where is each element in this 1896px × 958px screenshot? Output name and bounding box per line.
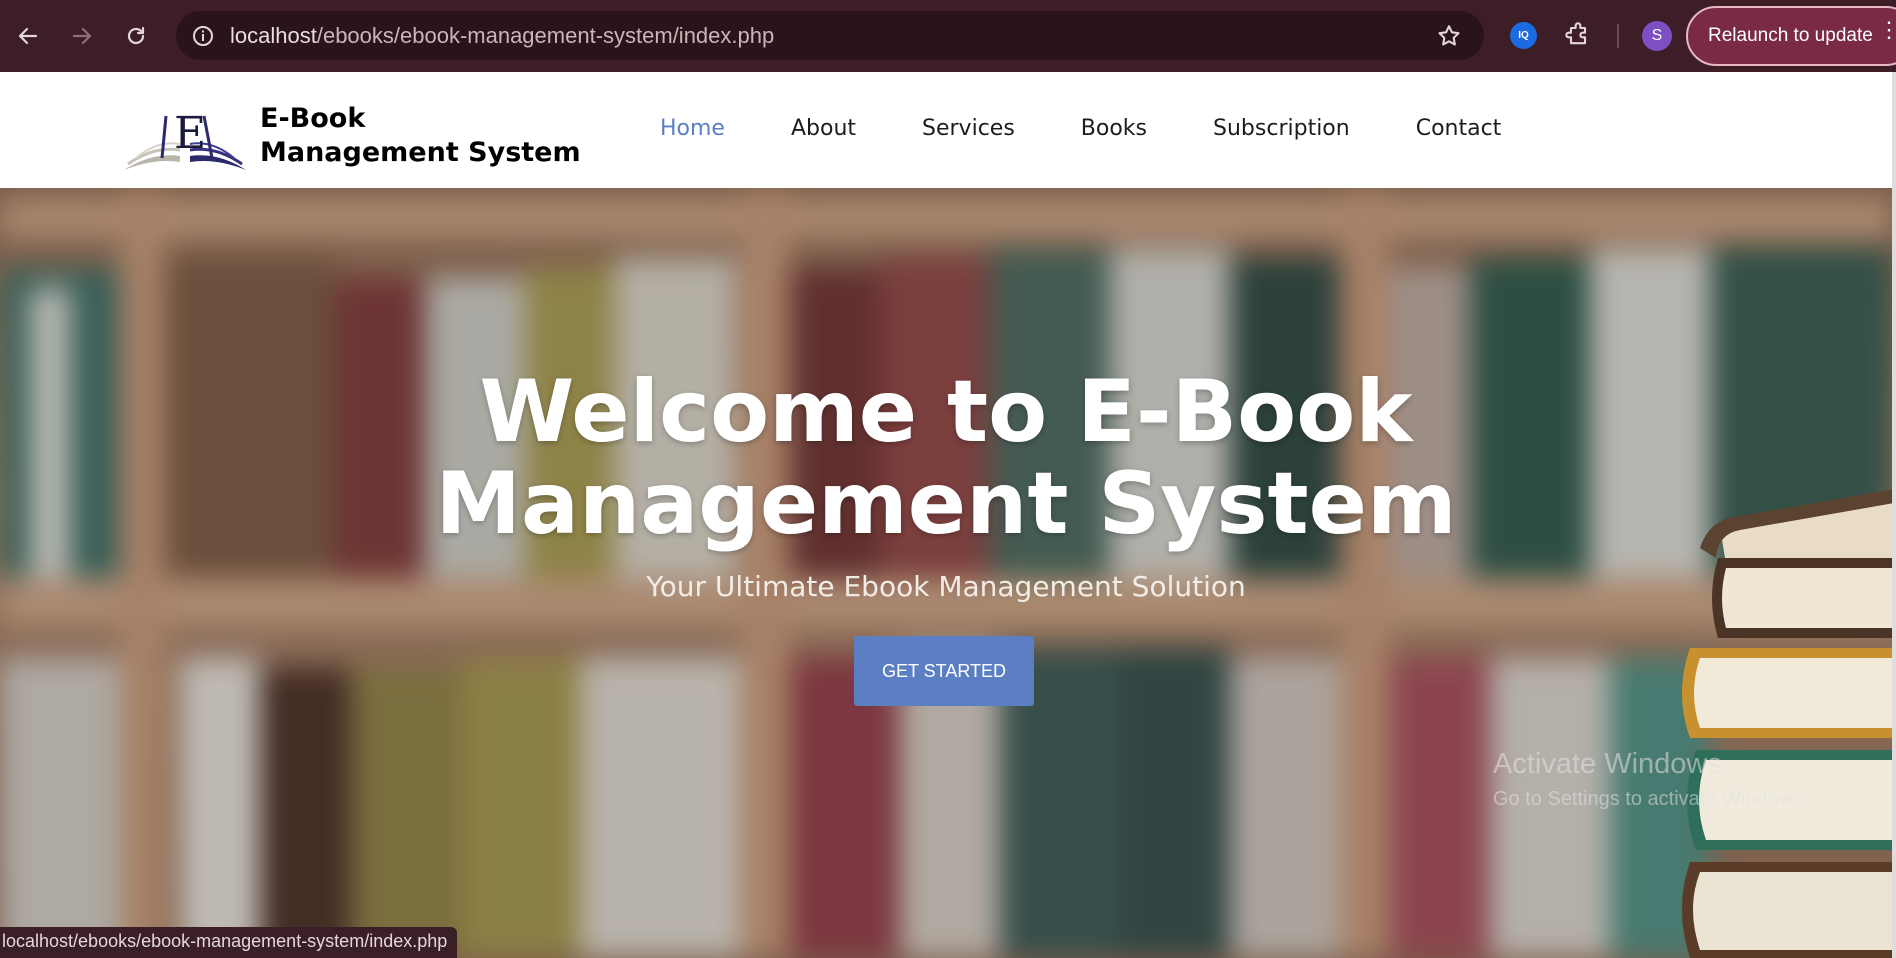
relaunch-label: Relaunch to update [1708, 25, 1873, 46]
nav-contact[interactable]: Contact [1416, 116, 1502, 141]
logo-wordmark: E-Book Management System [260, 102, 581, 170]
browser-toolbar: localhost/ebooks/ebook-management-system… [0, 0, 1896, 72]
profile-avatar[interactable]: S [1642, 21, 1672, 51]
reload-button[interactable] [119, 19, 153, 53]
web-page: E E-Book Management System Home About Se… [0, 72, 1896, 958]
hero-subtitle: Your Ultimate Ebook Management Solution [646, 570, 1246, 603]
nav-services[interactable]: Services [922, 116, 1015, 141]
extensions-puzzle-icon[interactable] [1564, 21, 1592, 49]
hero-title: Welcome to E-Book Management System [0, 366, 1892, 550]
toolbar-separator [1617, 24, 1619, 48]
site-header: E E-Book Management System Home About Se… [0, 72, 1892, 188]
forward-arrow-icon [72, 27, 92, 45]
address-url[interactable]: localhost/ebooks/ebook-management-system… [230, 23, 774, 49]
iq-extension-label: IQ [1518, 30, 1529, 41]
relaunch-button[interactable]: Relaunch to update ⋮ [1686, 6, 1896, 66]
more-vert-icon[interactable]: ⋮ [1878, 19, 1896, 41]
forward-button[interactable] [65, 19, 99, 53]
open-book-logo-icon: E [124, 108, 246, 170]
main-nav: Home About Services Books Subscription C… [660, 116, 1567, 141]
bookmark-star-icon[interactable] [1436, 23, 1462, 49]
nav-about[interactable]: About [791, 116, 856, 141]
back-button[interactable] [11, 19, 45, 53]
logo-letter: E [174, 108, 206, 159]
page-scrollbar[interactable] [1892, 72, 1896, 958]
address-bar[interactable]: localhost/ebooks/ebook-management-system… [176, 11, 1484, 60]
book-stack-image [1682, 489, 1892, 958]
logo-line1: E-Book [260, 103, 366, 134]
site-logo[interactable]: E E-Book Management System [122, 100, 602, 172]
nav-subscription[interactable]: Subscription [1213, 116, 1350, 141]
url-host: localhost [230, 23, 317, 48]
link-status-bar: localhost/ebooks/ebook-management-system… [0, 927, 458, 958]
iq-extension-icon[interactable]: IQ [1510, 22, 1537, 49]
windows-activation-hint: Go to Settings to activate Windows. [1493, 788, 1809, 810]
nav-books[interactable]: Books [1081, 116, 1147, 141]
logo-line2: Management System [260, 137, 581, 168]
hero-title-line2: Management System [435, 454, 1457, 554]
site-info-icon[interactable] [190, 23, 216, 49]
windows-activation-title: Activate Windows [1493, 748, 1722, 780]
hero-section: Welcome to E-Book Management System Your… [0, 188, 1892, 958]
nav-home[interactable]: Home [660, 116, 725, 141]
url-path: /ebooks/ebook-management-system/index.ph… [316, 23, 775, 48]
back-arrow-icon [18, 27, 38, 45]
profile-initial: S [1651, 27, 1663, 44]
hero-title-line1: Welcome to E-Book [479, 362, 1413, 462]
reload-icon [127, 26, 145, 45]
get-started-button[interactable]: GET STARTED [854, 636, 1034, 706]
